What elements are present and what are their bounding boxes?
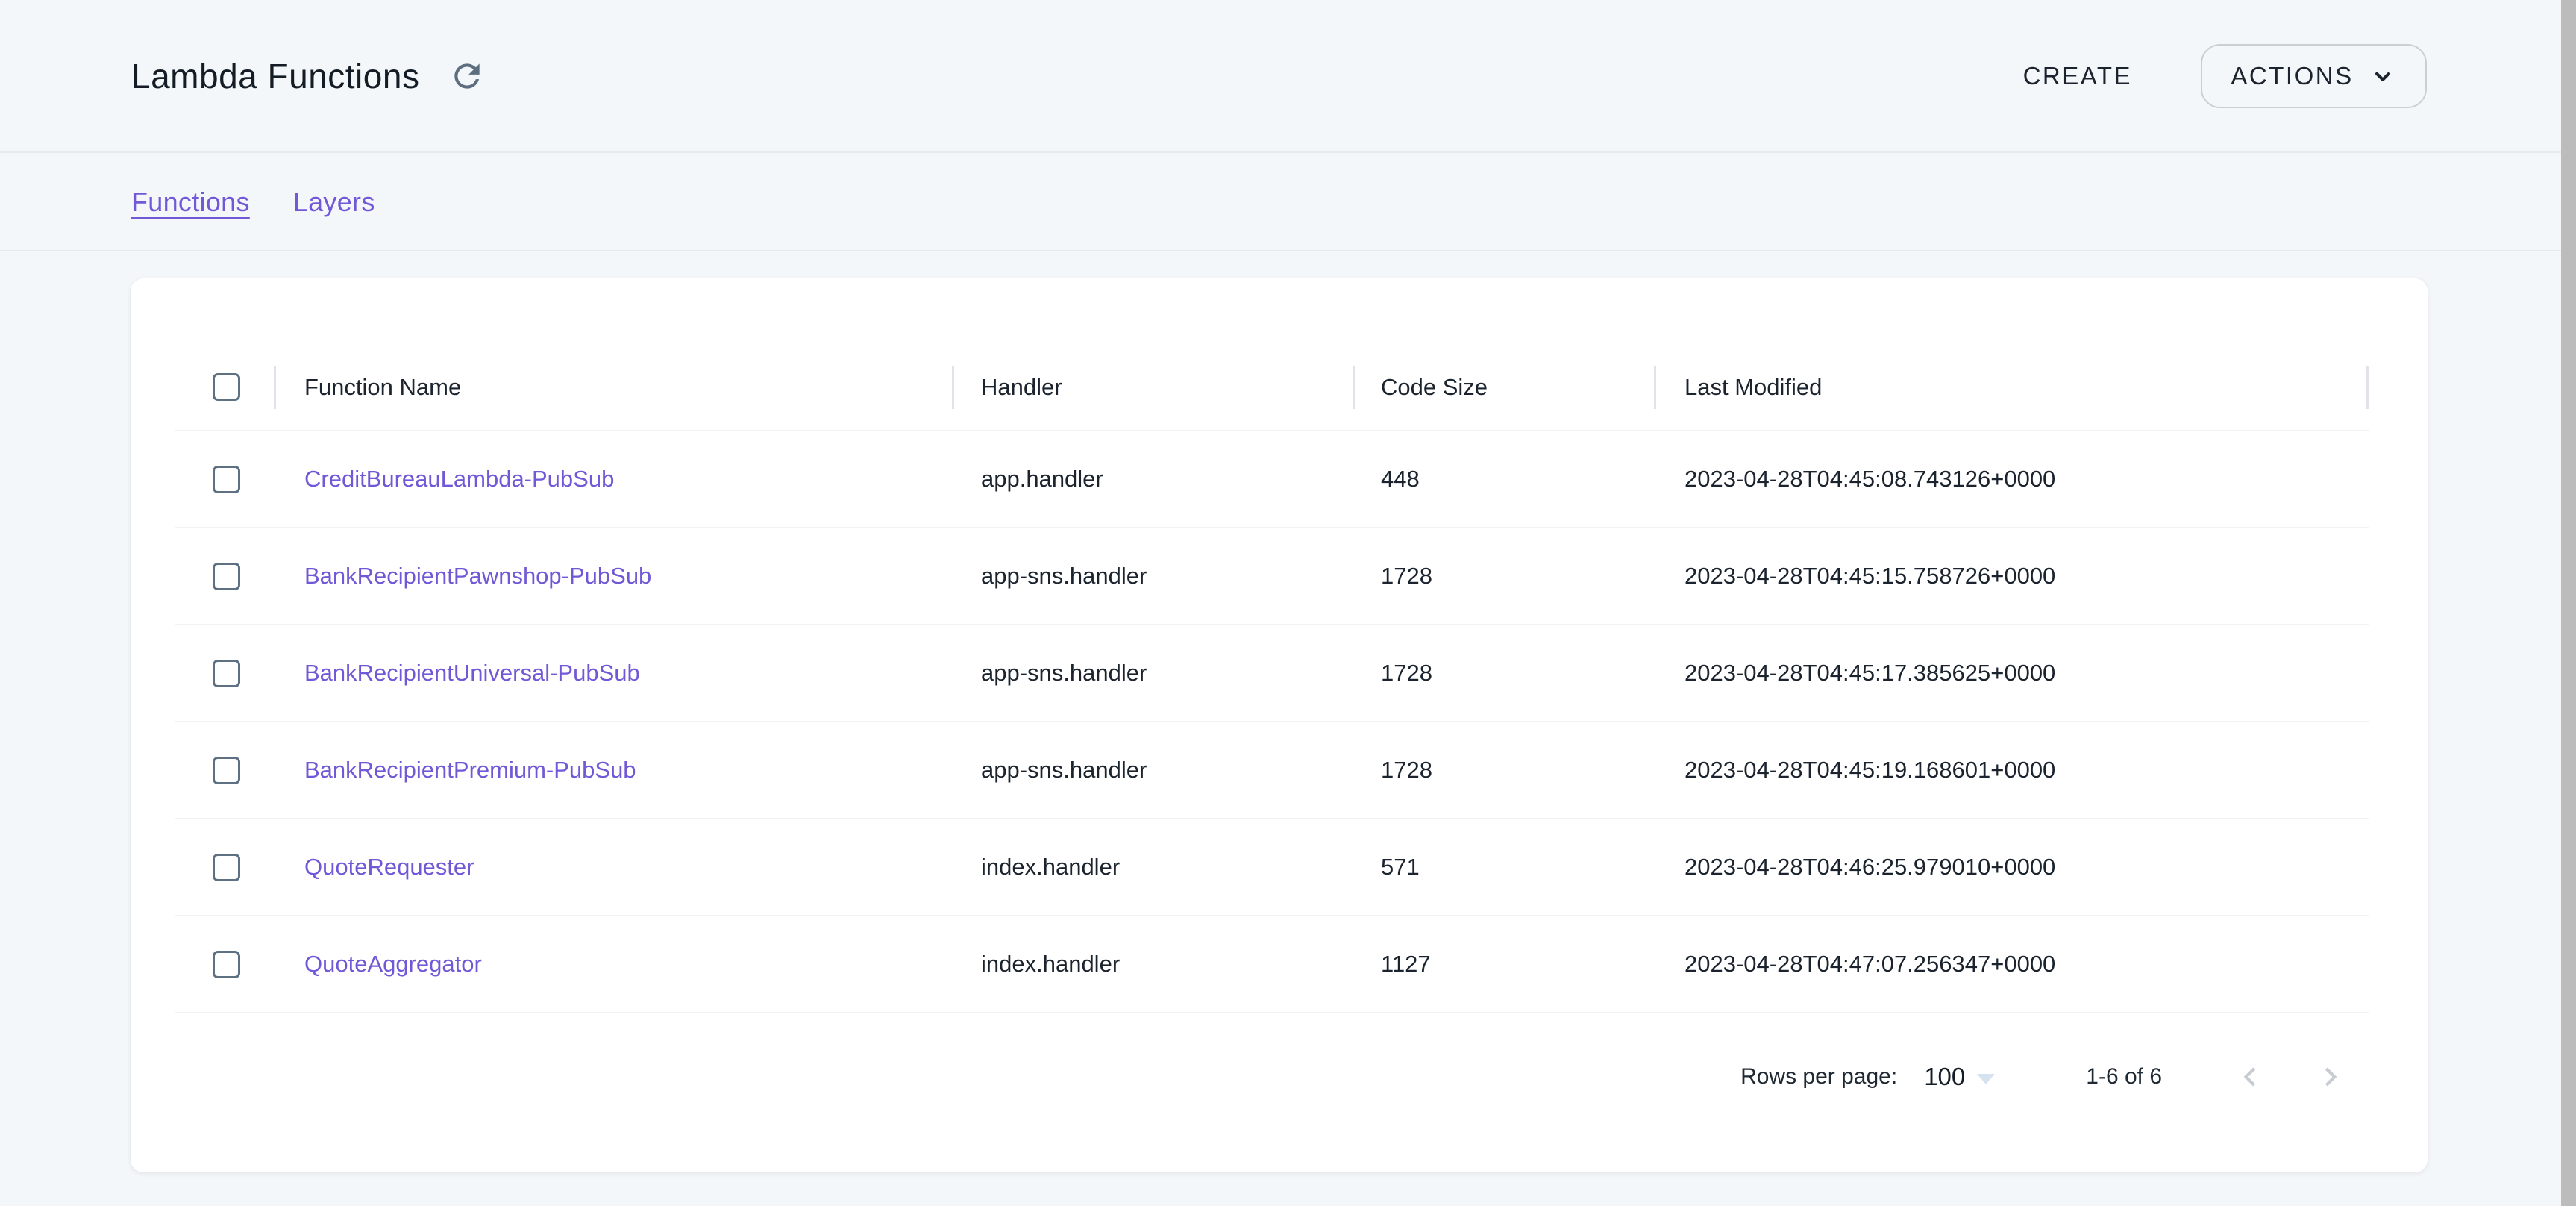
handler-cell: index.handler (952, 819, 1353, 915)
handler-cell: index.handler (952, 916, 1353, 1012)
functions-table-card: Function Name Handler Code Size Last Mod… (130, 278, 2428, 1173)
tab-bar: Functions Layers (0, 154, 2561, 251)
table-header-row: Function Name Handler Code Size Last Mod… (175, 344, 2369, 431)
table-body: CreditBureauLambda-PubSubapp.handler4482… (175, 431, 2369, 1013)
tab-functions[interactable]: Functions (131, 187, 250, 218)
page-title: Lambda Functions (131, 56, 419, 96)
function-name-cell: CreditBureauLambda-PubSub (274, 431, 952, 527)
row-checkbox-cell (175, 528, 274, 624)
table-pagination: Rows per page: 100 1-6 of 6 (175, 1028, 2369, 1125)
function-name-cell: BankRecipientUniversal-PubSub (274, 625, 952, 721)
row-checkbox-cell (175, 722, 274, 818)
handler-cell: app-sns.handler (952, 625, 1353, 721)
previous-page-button[interactable] (2231, 1057, 2269, 1096)
row-checkbox[interactable] (213, 660, 240, 687)
code-size-cell: 1728 (1353, 625, 1654, 721)
last-modified-cell: 2023-04-28T04:47:07.256347+0000 (1654, 916, 2369, 1012)
handler-cell: app-sns.handler (952, 528, 1353, 624)
table-row: BankRecipientUniversal-PubSub app-sns.han… (175, 625, 2369, 722)
handler-cell: app.handler (952, 431, 1353, 527)
table-row: BankRecipientPawnshop-PubSub app-sns.hand… (175, 528, 2369, 625)
column-header-last-modified[interactable]: Last Modified (1654, 344, 2369, 430)
function-name-link[interactable]: BankRecipientPremium-PubSub (304, 757, 636, 784)
function-name-cell: QuoteRequester (274, 819, 952, 915)
row-checkbox[interactable] (213, 757, 240, 784)
column-header-code-size[interactable]: Code Size (1353, 344, 1654, 430)
handler-cell: app-sns.handler (952, 722, 1353, 818)
row-checkbox-cell (175, 431, 274, 527)
last-modified-cell: 2023-04-28T04:45:17.385625+0000 (1654, 625, 2369, 721)
row-checkbox-cell (175, 625, 274, 721)
vertical-scrollbar[interactable] (2561, 0, 2576, 1206)
last-modified-cell: 2023-04-28T04:45:19.168601+0000 (1654, 722, 2369, 818)
pagination-range-label: 1-6 of 6 (2086, 1064, 2162, 1090)
code-size-cell: 571 (1353, 819, 1654, 915)
last-modified-cell: 2023-04-28T04:45:08.743126+0000 (1654, 431, 2369, 527)
row-checkbox[interactable] (213, 466, 240, 493)
row-checkbox[interactable] (213, 951, 240, 978)
function-name-cell: BankRecipientPremium-PubSub (274, 722, 952, 818)
select-all-checkbox[interactable] (213, 373, 240, 401)
function-name-cell: QuoteAggregator (274, 916, 952, 1012)
next-page-button[interactable] (2311, 1057, 2350, 1096)
chevron-down-icon (2369, 62, 2397, 90)
function-name-link[interactable]: QuoteRequester (304, 854, 474, 881)
header-checkbox-cell (175, 344, 274, 430)
refresh-icon[interactable] (448, 57, 486, 96)
function-name-cell: BankRecipientPawnshop-PubSub (274, 528, 952, 624)
code-size-cell: 1127 (1353, 916, 1654, 1012)
rows-per-page-select[interactable]: 100 (1924, 1063, 1995, 1091)
last-modified-cell: 2023-04-28T04:45:15.758726+0000 (1654, 528, 2369, 624)
column-header-handler[interactable]: Handler (952, 344, 1353, 430)
table-row: QuoteRequester index.handler5712023-04-28… (175, 819, 2369, 916)
code-size-cell: 1728 (1353, 528, 1654, 624)
row-checkbox[interactable] (213, 563, 240, 590)
row-checkbox-cell (175, 916, 274, 1012)
actions-button[interactable]: ACTIONS (2201, 44, 2427, 108)
row-checkbox-cell (175, 819, 274, 915)
function-name-link[interactable]: QuoteAggregator (304, 951, 482, 978)
column-header-function-name[interactable]: Function Name (274, 344, 952, 430)
function-name-link[interactable]: BankRecipientUniversal-PubSub (304, 660, 640, 687)
page-header: Lambda Functions CREATE ACTIONS (0, 0, 2561, 153)
create-button[interactable]: CREATE (2010, 51, 2146, 101)
table-row: QuoteAggregator index.handler11272023-04-… (175, 916, 2369, 1013)
last-modified-cell: 2023-04-28T04:46:25.979010+0000 (1654, 819, 2369, 915)
actions-button-label: ACTIONS (2231, 62, 2353, 90)
select-caret-icon (1977, 1074, 1995, 1084)
functions-data-grid: Function Name Handler Code Size Last Mod… (175, 344, 2369, 1013)
header-actions: CREATE ACTIONS (2010, 44, 2427, 108)
function-name-link[interactable]: BankRecipientPawnshop-PubSub (304, 563, 651, 590)
tab-layers[interactable]: Layers (293, 187, 375, 218)
row-checkbox[interactable] (213, 854, 240, 881)
rows-per-page-value: 100 (1924, 1063, 1965, 1091)
table-row: CreditBureauLambda-PubSub app.handler4482… (175, 431, 2369, 528)
chevron-left-icon (2231, 1058, 2269, 1096)
chevron-right-icon (2312, 1058, 2349, 1096)
code-size-cell: 1728 (1353, 722, 1654, 818)
table-row: BankRecipientPremium-PubSub app-sns.handl… (175, 722, 2369, 819)
rows-per-page-label: Rows per page: (1740, 1064, 1897, 1090)
code-size-cell: 448 (1353, 431, 1654, 527)
function-name-link[interactable]: CreditBureauLambda-PubSub (304, 466, 614, 493)
title-wrap: Lambda Functions (131, 56, 486, 96)
